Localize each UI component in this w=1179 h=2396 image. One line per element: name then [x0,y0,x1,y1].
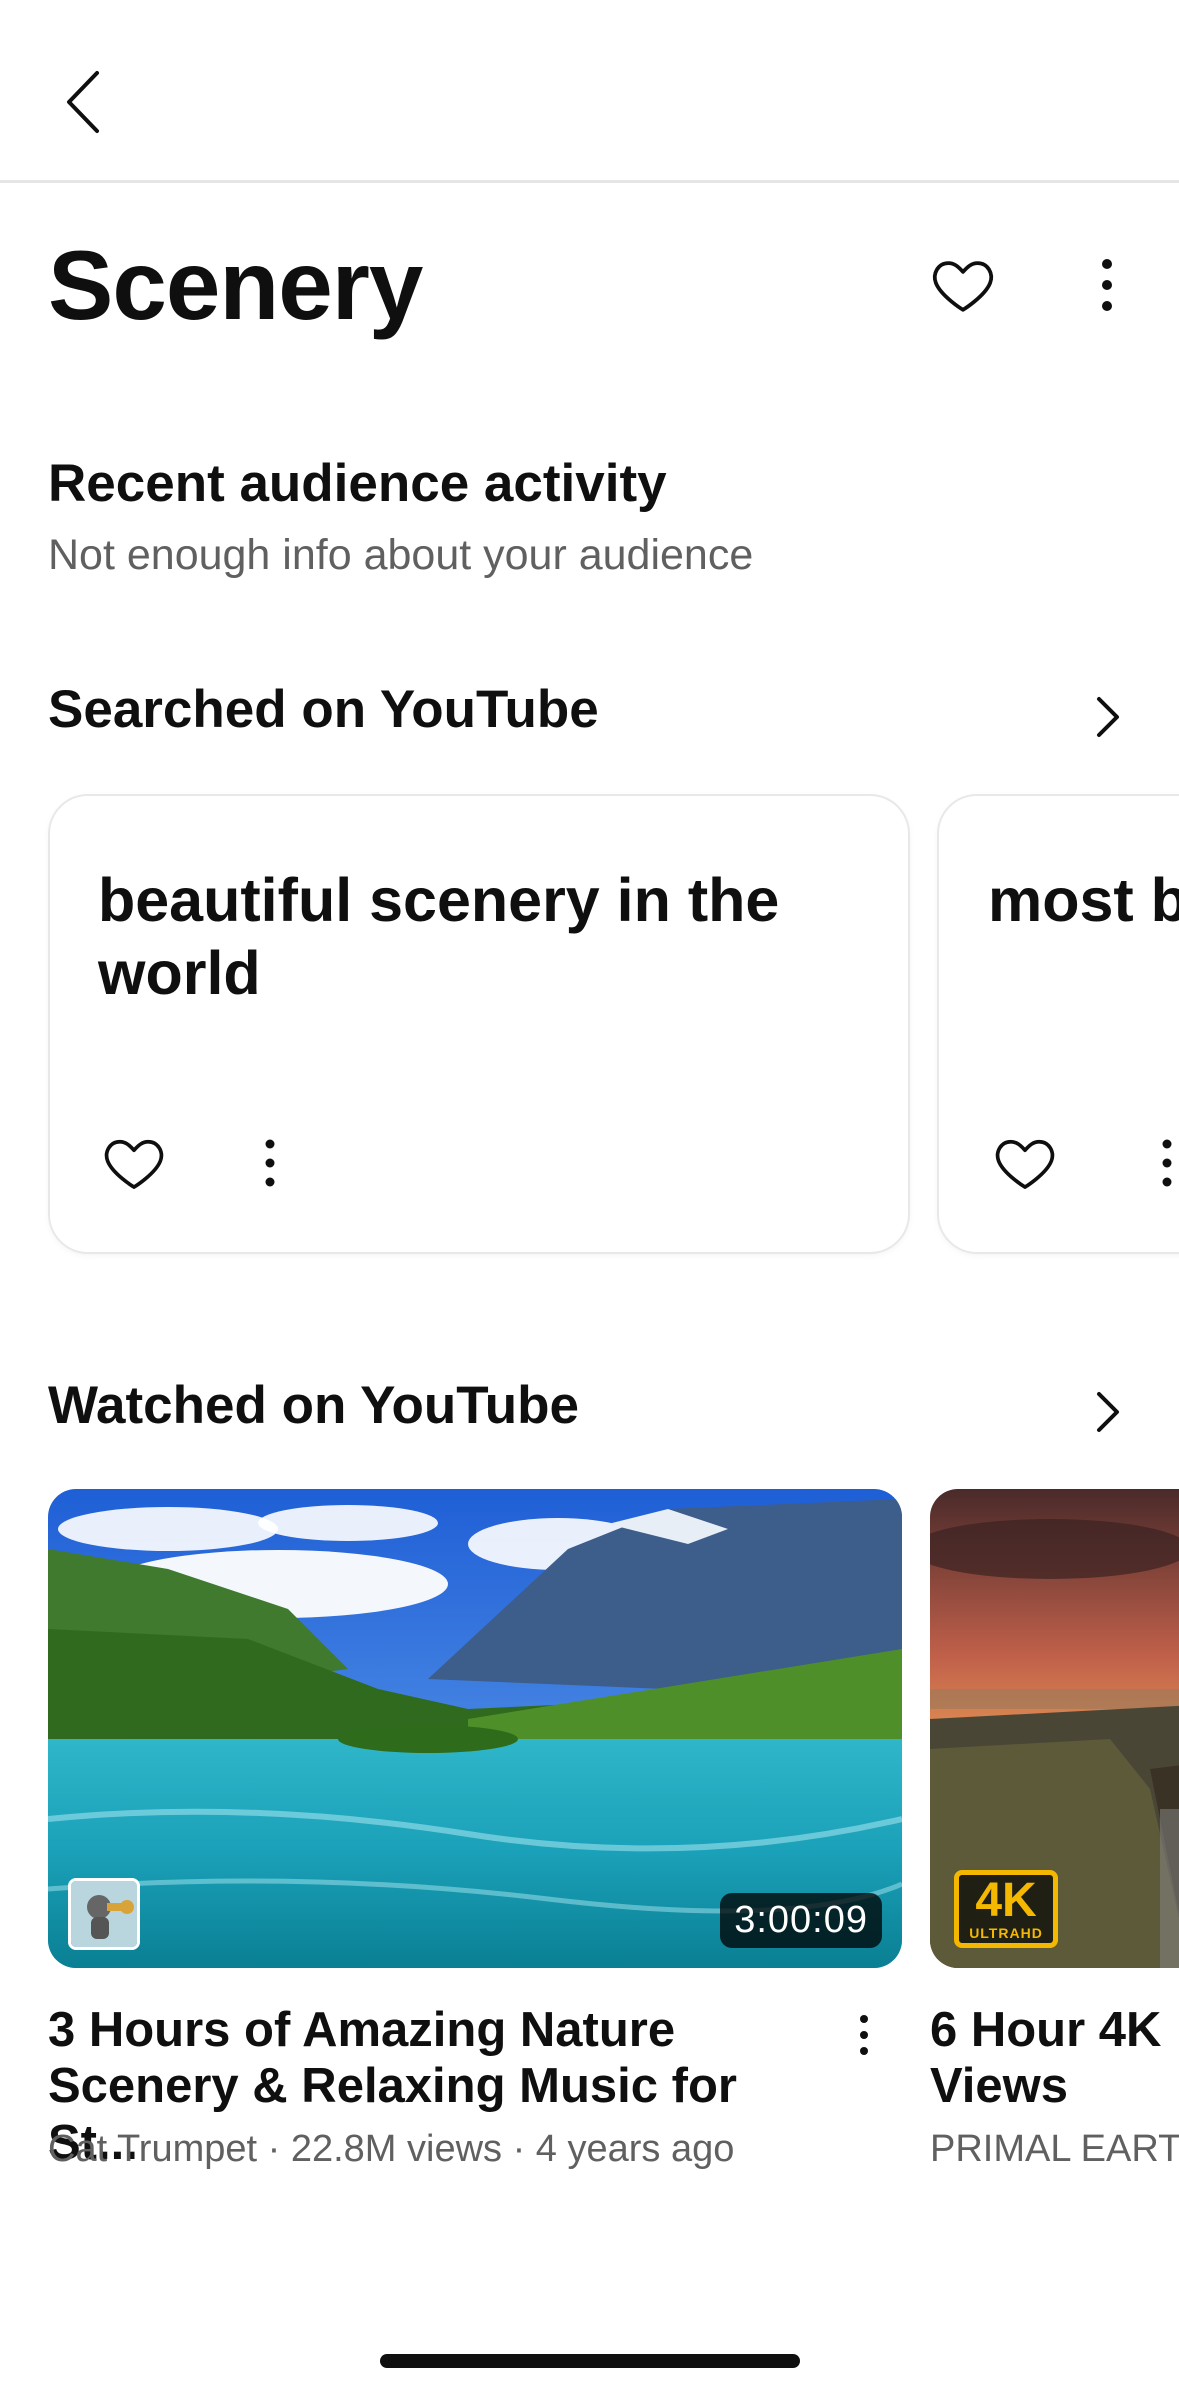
page-title: Scenery [48,230,423,340]
watched-heading: Watched on YouTube [48,1376,579,1435]
more-vert-icon [265,1139,275,1187]
more-vert-icon [1162,1139,1172,1187]
search-like-button[interactable] [991,1129,1059,1197]
back-button[interactable] [48,60,118,144]
watched-see-all-button[interactable] [1085,1382,1131,1442]
video-title[interactable]: 6 Hour 4K Views [930,2002,1179,2115]
searched-see-all-button[interactable] [1085,687,1131,747]
searched-heading: Searched on YouTube [48,680,599,739]
4k-ultrahd-badge: 4K ULTRAHD [954,1870,1058,1948]
heart-icon [104,1139,164,1189]
search-more-button[interactable] [1157,1129,1177,1197]
search-query: most b… nature [988,866,1179,934]
more-vert-icon [860,2015,868,2055]
back-arrow-icon [67,71,99,133]
home-indicator[interactable] [380,2354,800,2368]
search-more-button[interactable] [260,1129,280,1197]
video-thumbnail[interactable]: 3:00:09 [48,1489,902,1968]
chevron-right-icon [1097,1392,1119,1432]
more-vert-icon [1102,259,1112,311]
search-card[interactable]: most b… nature [937,794,1179,1254]
screen: Scenery Recent audience activity Not eno… [0,0,1179,2396]
channel-avatar [68,1878,140,1950]
chevron-right-icon [1097,697,1119,737]
badge-ultrahd-text: ULTRAHD [969,1925,1043,1941]
badge-4k-text: 4K [975,1874,1037,1927]
video-meta: PRIMAL EARTH [930,2128,1179,2170]
video-meta: Cat Trumpet · 22.8M views · 4 years ago [48,2128,735,2170]
heart-icon [995,1139,1055,1189]
cat-trumpet-avatar-icon [71,1881,137,1947]
audience-subtitle: Not enough info about your audience [48,531,754,579]
audience-heading: Recent audience activity [48,454,667,513]
like-button[interactable] [928,250,998,320]
video-thumbnail[interactable]: 4K ULTRAHD [930,1489,1179,1968]
top-bar [0,0,1179,183]
search-card[interactable]: beautiful scenery in the world [48,794,910,1254]
more-options-button[interactable] [1080,250,1134,320]
search-like-button[interactable] [100,1129,168,1197]
duration-badge: 3:00:09 [720,1893,882,1948]
video-more-button[interactable] [850,2010,878,2060]
heart-icon [932,261,994,312]
search-query: beautiful scenery in the world [98,866,780,1008]
